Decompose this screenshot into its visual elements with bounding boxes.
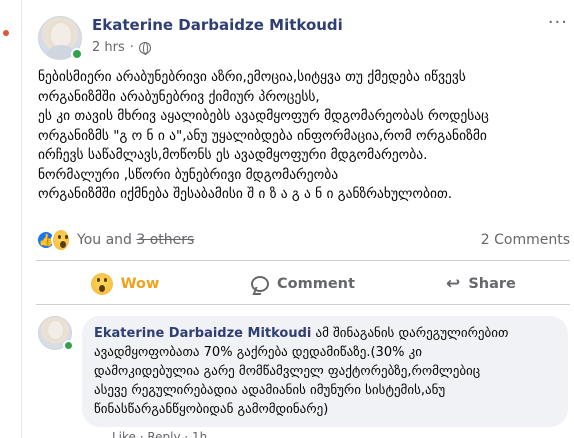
author-avatar[interactable]: [38, 16, 83, 60]
post-body-line: ორგანიზმს "გ ო ნ ი ა",ანუ უყალიბდება ინფ…: [38, 127, 487, 144]
share-button-label: Share: [468, 276, 516, 292]
divider: [36, 304, 570, 305]
wow-reaction-icon[interactable]: [51, 230, 71, 250]
wow-mouth: [98, 285, 105, 292]
comment-actions[interactable]: Like · Reply · 1h: [112, 430, 207, 438]
post-body-line: ეს კი თავის მხრივ აყალიბებს ავადმყოფურ მ…: [38, 108, 489, 124]
comment-text-line: დამოკიდებულია გარე მომწამვლელ ფაქტორებზე…: [94, 364, 481, 379]
comment-icon: [251, 276, 270, 292]
wow-eye: [96, 278, 100, 282]
post-card: Ekaterine Darbaidze Mitkoudi 2 hrs · ···…: [22, 0, 574, 438]
comment-first-line: Ekaterine Darbaidze Mitkoudi ამ შინაგანი…: [94, 324, 556, 343]
wow-mouth: [60, 241, 66, 248]
comment-text-line: ავადმყოფობათა 70% გაქრება დედამიწაზე.(30…: [94, 345, 422, 360]
globe-icon[interactable]: [138, 41, 151, 55]
wow-face: [53, 230, 69, 250]
wow-button[interactable]: Wow: [36, 266, 214, 302]
comment-author-name[interactable]: Ekaterine Darbaidze Mitkoudi: [94, 326, 311, 341]
comment-count[interactable]: 2 Comments: [481, 232, 570, 248]
comment-text-line: წინასწარგანწყობიდან გამომდინარე): [94, 402, 329, 417]
post-body-line: ორგანიზმში არაბუნებრივ ქიმიურ პროცესს,: [38, 88, 320, 105]
comment-text-first: ამ შინაგანის დარეგულირებით: [311, 326, 509, 341]
online-status-dot: [71, 48, 83, 60]
comment-text-line: ასევე რეგულირებადია ადამიანის იმუნური სი…: [94, 383, 446, 398]
post-body-line: ირჩევს საწამლავს,მოწონს ეს ავადმყოფური მ…: [38, 147, 428, 163]
post-body-line: ნებისმიერი არაბუნებრივი აზრი,ემოცია,სიტყ…: [38, 69, 466, 85]
comment-button-label: Comment: [277, 276, 355, 292]
wow-eye: [103, 278, 107, 282]
post-meta: 2 hrs ·: [92, 40, 151, 55]
comment-button[interactable]: Comment: [214, 266, 392, 302]
wow-eye: [58, 235, 61, 239]
notification-dot: [3, 30, 9, 36]
post-timestamp[interactable]: 2 hrs: [92, 40, 125, 55]
share-icon: ↪: [446, 274, 461, 294]
comment-bubble: Ekaterine Darbaidze Mitkoudi ამ შინაგანი…: [82, 316, 568, 427]
share-button[interactable]: ↪ Share: [392, 266, 570, 302]
wow-button-label: Wow: [120, 276, 160, 292]
reactions-label-others: 3 others: [136, 232, 195, 248]
wow-eye: [65, 235, 68, 239]
reactions-label-prefix: You and: [77, 232, 137, 248]
wow-reaction-icon: [90, 273, 113, 295]
post-action-bar: Wow Comment ↪ Share: [36, 266, 570, 302]
post-body-line: ორგანიზმში იქმნება შესაბამისი შ ი ზ ა გ …: [38, 186, 453, 202]
divider: [36, 260, 570, 261]
left-sidebar-edge: [0, 0, 22, 438]
more-options-icon[interactable]: ···: [548, 12, 568, 33]
reactions-label[interactable]: You and 3 others: [77, 232, 194, 248]
commenter-avatar[interactable]: [38, 316, 74, 352]
online-status-dot: [63, 340, 74, 351]
post-author-name[interactable]: Ekaterine Darbaidze Mitkoudi: [92, 16, 343, 34]
post-body: ნებისმიერი არაბუნებრივი აზრი,ემოცია,სიტყ…: [38, 68, 568, 205]
reactions-summary: 👍 You and 3 others 2 Comments: [36, 228, 570, 252]
meta-separator: ·: [129, 40, 134, 55]
post-body-line: ნორმალური ,სწორი ბუნებრივი მდგომარეობა: [38, 166, 339, 183]
